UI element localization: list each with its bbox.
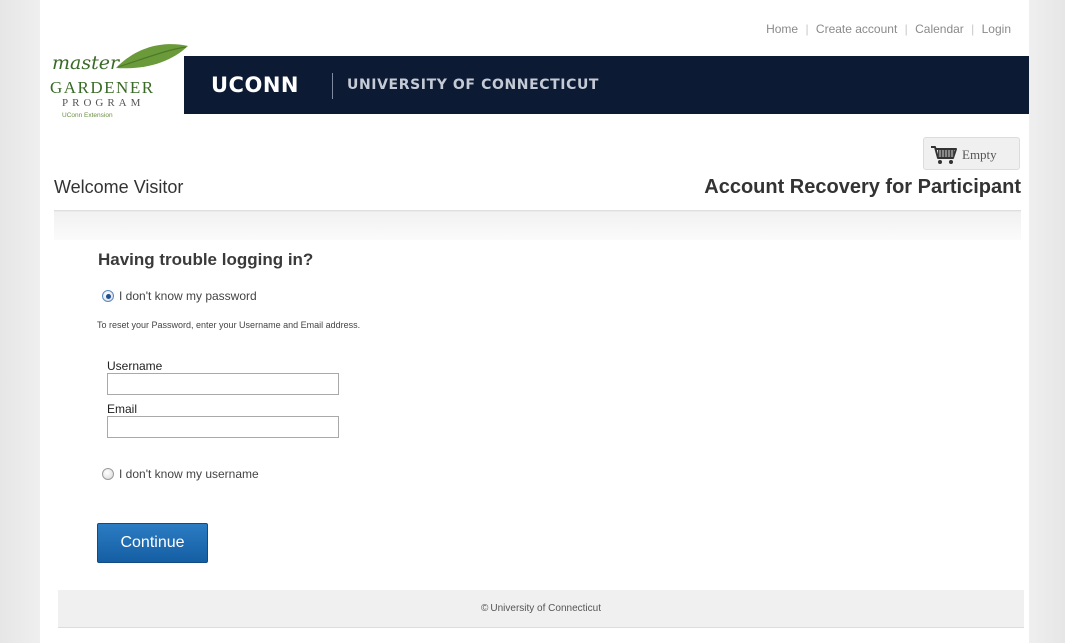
forgot-password-radio[interactable] (102, 290, 114, 302)
cart-button[interactable]: Empty (923, 137, 1020, 170)
forgot-password-option[interactable]: I don't know my password (102, 289, 257, 303)
username-label: Username (107, 359, 163, 373)
uconn-wordmark[interactable]: UCONN (211, 73, 299, 97)
top-nav: Home | Create account | Calendar | Login (766, 22, 1011, 36)
forgot-username-option[interactable]: I don't know my username (102, 467, 259, 481)
logo-extension-text: UConn Extension (62, 112, 113, 119)
nav-home-link[interactable]: Home (766, 22, 798, 36)
cart-status-label: Empty (962, 147, 997, 162)
footer-text: University of Connecticut (490, 603, 601, 614)
section-divider (54, 210, 1021, 240)
copyright-icon: © (481, 603, 489, 614)
master-gardener-logo[interactable]: master GARDENER PROGRAM UConn Extension (46, 40, 196, 125)
left-gutter (0, 0, 40, 643)
email-label: Email (107, 402, 138, 416)
banner-divider (332, 73, 333, 99)
continue-button[interactable]: Continue (97, 523, 208, 563)
username-input[interactable] (107, 373, 339, 395)
nav-separator: | (971, 22, 975, 36)
nav-create-account-link[interactable]: Create account (816, 22, 897, 36)
university-name[interactable]: UNIVERSITY OF CONNECTICUT (347, 77, 599, 93)
page-title: Account Recovery for Participant (704, 176, 1021, 198)
welcome-text: Welcome Visitor (54, 177, 184, 197)
page-footer: © University of Connecticut (58, 590, 1024, 628)
uconn-banner: UCONN UNIVERSITY OF CONNECTICUT (184, 56, 1029, 114)
nav-separator: | (904, 22, 908, 36)
page-container: Home | Create account | Calendar | Login… (40, 0, 1029, 643)
forgot-username-label: I don't know my username (119, 467, 259, 481)
forgot-username-radio[interactable] (102, 468, 114, 480)
nav-separator: | (805, 22, 809, 36)
logo-master-text: master (52, 52, 120, 74)
logo-gardener-text: GARDENER (50, 78, 155, 97)
right-gutter (1029, 0, 1065, 643)
reset-instructions: To reset your Password, enter your Usern… (97, 320, 361, 330)
form-heading: Having trouble logging in? (98, 250, 314, 269)
nav-calendar-link[interactable]: Calendar (915, 22, 964, 36)
nav-login-link[interactable]: Login (982, 22, 1011, 36)
forgot-password-label: I don't know my password (119, 289, 257, 303)
logo-program-text: PROGRAM (62, 97, 145, 109)
shopping-cart-icon (931, 146, 957, 164)
email-input[interactable] (107, 416, 339, 438)
